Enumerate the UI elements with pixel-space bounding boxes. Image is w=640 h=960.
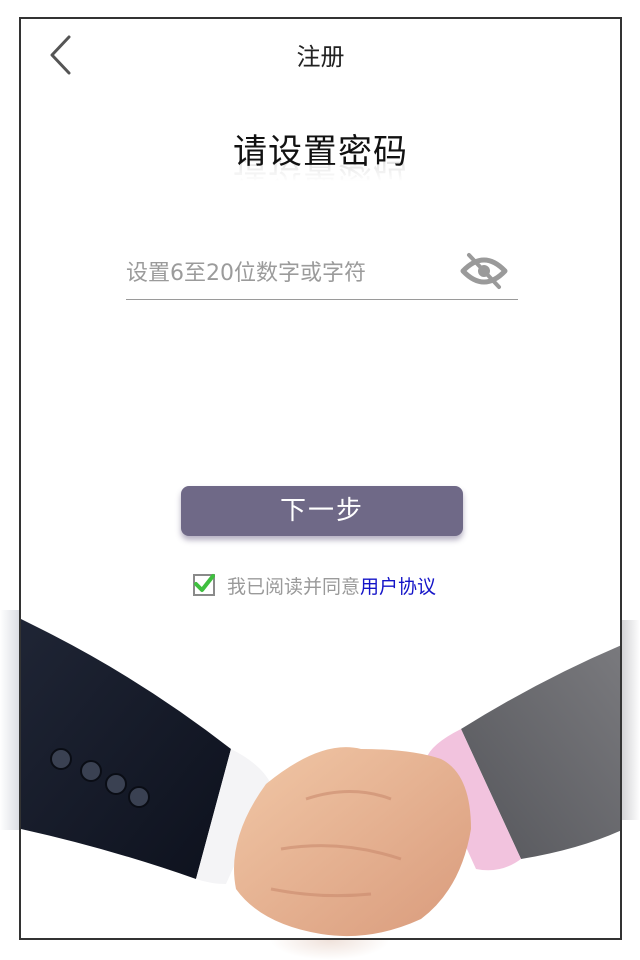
checkmark-icon	[194, 574, 215, 592]
heading-reflection: 请设置密码	[233, 160, 408, 188]
edge-decoration-left	[0, 610, 20, 830]
edge-decoration-bottom	[270, 940, 390, 960]
password-field	[126, 251, 518, 300]
phone-screen: 注册 请设置密码 请设置密码 下一步 我已阅读并同意 用户协议	[19, 17, 622, 940]
page-title: 注册	[296, 43, 345, 71]
handshake-image	[21, 619, 620, 937]
agreement-checkbox[interactable]	[193, 574, 215, 596]
user-agreement-link[interactable]: 用户协议	[360, 572, 436, 599]
password-input[interactable]	[126, 251, 446, 295]
agreement-row: 我已阅读并同意 用户协议	[193, 571, 436, 599]
toggle-visibility-button[interactable]	[460, 251, 508, 291]
next-step-button[interactable]: 下一步	[181, 486, 463, 536]
eye-off-icon	[460, 253, 508, 289]
edge-decoration-right	[620, 620, 640, 820]
agreement-text: 我已阅读并同意	[227, 575, 361, 598]
